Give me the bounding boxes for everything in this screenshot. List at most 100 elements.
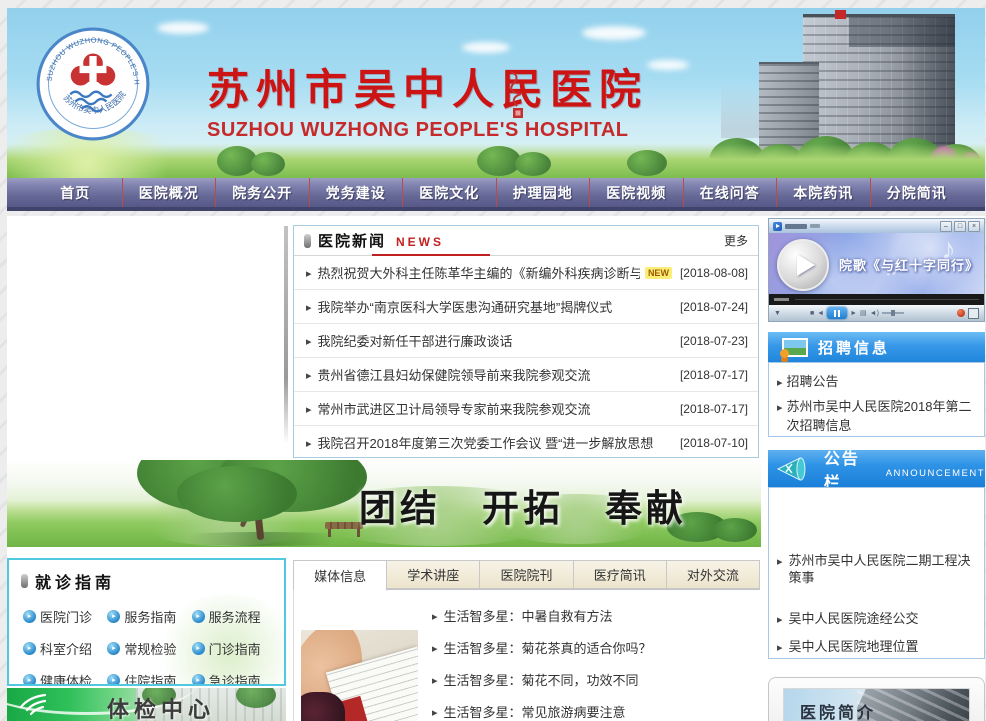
announcement-item[interactable]: 苏州市吴中人民医院二期工程决策事 [777,552,980,586]
recruitment-item[interactable]: 苏州市吴中人民医院2018年第二次招聘信息 [777,397,976,435]
media-list: 生活智多星：中暑自救有方法 生活智多星：菊花茶真的适合你吗？ 生活智多星：菊花不… [432,599,754,721]
section-bullet-icon [304,234,311,248]
player-version-text [810,224,820,228]
news-section-subtitle: NEWS [396,235,444,249]
nav-item-branch[interactable]: 分院简讯 [870,178,964,207]
tab-lectures[interactable]: 学术讲座 [387,560,480,589]
news-item[interactable]: 常州市武进区卫计局领导专家前来我院参观交流 [2018-07-17] [294,392,758,426]
checkup-center-banner[interactable]: 体检中心 [7,688,286,721]
guide-item[interactable]: 急诊指南 [192,671,276,686]
news-photo [301,630,418,721]
nav-item-overview[interactable]: 医院概况 [122,178,216,207]
tree-canopy [177,466,297,522]
news-item[interactable]: 我院召开2018年度第三次党委工作会议 暨“进一步解放思想 [2018-07-1… [294,426,758,459]
bullet-arrow-icon [432,608,444,623]
nav-item-culture[interactable]: 医院文化 [402,178,496,207]
minimize-icon[interactable] [940,221,952,232]
tab-journal[interactable]: 医院院刊 [480,560,573,589]
announcement-item[interactable]: 吴中人民医院途经公交 [777,610,980,629]
guide-item[interactable]: 医院门诊 [23,607,107,626]
close-icon[interactable] [968,221,980,232]
guide-item[interactable]: 服务流程 [192,607,276,626]
bush [627,150,667,176]
stop-icon[interactable]: ■ [810,310,814,317]
intro-building-image: 医院简介 [783,688,970,721]
media-item[interactable]: 生活智多星：菊花不同，功效不同 [432,663,754,695]
bullet-arrow-icon [306,332,318,350]
bullet-arrow-icon [306,264,318,282]
nav-item-qa[interactable]: 在线问答 [683,178,777,207]
tab-exchange[interactable]: 对外交流 [667,560,760,589]
play-button[interactable] [777,239,829,291]
maximize-icon[interactable] [954,221,966,232]
bullet-arrow-icon [432,704,444,719]
hospital-intro-card[interactable]: 医院简介 [768,677,985,721]
site-title: 苏州市吴中人民医院 [207,56,627,117]
announcement-item-label: 吴中人民医院途经公交 [789,610,919,627]
bullet-arrow-icon [777,638,789,657]
record-button[interactable] [957,309,965,317]
news-item[interactable]: 热烈祝贺大外科主任陈革华主编的《新编外科疾病诊断与治 NEW [2018-08-… [294,256,758,290]
media-item[interactable]: 生活智多星：中暑自救有方法 [432,599,754,631]
circle-arrow-icon [192,674,205,686]
player-caption: 院歌《与红十字同行》 [839,255,979,274]
page: SUZHOU WUZHONG PEOPLE'S HOSPITAL 苏州市吴中人民… [0,0,986,721]
tab-medical-brief[interactable]: 医疗简讯 [574,560,667,589]
bullet-arrow-icon [777,552,789,571]
recruitment-header: 招聘信息 [768,332,985,362]
volume-icon[interactable]: ◄) [870,310,879,317]
media-item[interactable]: 生活智多星：菊花茶真的适合你吗？ [432,631,754,663]
news-item-date: [2018-08-08] [672,266,748,280]
media-item[interactable]: 生活智多星：常见旅游病要注意 [432,695,754,721]
guide-item[interactable]: 住院指南 [107,671,191,686]
bullet-arrow-icon [432,640,444,655]
player-video-area: ♪ ♫ 院歌《与红十字同行》 [769,233,984,294]
recruitment-icon [782,338,808,357]
nav-item-home[interactable]: 首页 [29,178,122,207]
news-item[interactable]: 我院纪委对新任干部进行廉政谈话 [2018-07-23] [294,324,758,358]
nav-item-pharmacy[interactable]: 本院药讯 [776,178,870,207]
player-seekbar[interactable] [769,294,984,305]
news-item-date: [2018-07-10] [672,436,748,450]
recruitment-item[interactable]: 招聘公告 [777,372,976,393]
tab-media-info[interactable]: 媒体信息 [293,560,387,591]
previous-icon[interactable]: ◄ [817,310,824,317]
nav-item-party[interactable]: 党务建设 [309,178,403,207]
site-title-block: 苏州市吴中人民医院 SUZHOU WUZHONG PEOPLE'S HOSPIT… [207,56,627,142]
volume-slider[interactable] [882,312,904,314]
seek-line [795,299,979,300]
guide-item-label: 常规检验 [124,639,176,658]
pause-button[interactable] [827,307,847,319]
guide-grid: 医院门诊 服务指南 服务流程 科室介绍 常规检验 门诊指南 健康体检 住院指南 … [23,607,276,686]
settings-toggle[interactable] [968,308,979,319]
announcement-item[interactable]: 吴中人民医院地理位置 [777,638,980,657]
recruitment-title: 招聘信息 [818,337,890,358]
guide-item[interactable]: 科室介绍 [23,639,107,658]
news-more-link[interactable]: 更多 [724,232,748,249]
nav-item-video[interactable]: 医院视频 [589,178,683,207]
nav-item-nursing[interactable]: 护理园地 [496,178,590,207]
cloud [647,60,689,70]
megaphone-icon [776,455,814,483]
guide-item[interactable]: 常规检验 [107,639,191,658]
next-icon[interactable]: ► [850,310,857,317]
header-grass [7,144,985,178]
news-item[interactable]: 贵州省德江县妇幼保健院领导前来我院参观交流 [2018-07-17] [294,358,758,392]
circle-arrow-icon [107,642,120,655]
news-red-underline [372,254,490,256]
bench [325,522,363,538]
nav-item-public[interactable]: 院务公开 [215,178,309,207]
guide-item[interactable]: 服务指南 [107,607,191,626]
guide-item[interactable]: 健康体检 [23,671,107,686]
visit-guide-section: 就诊指南 医院门诊 服务指南 服务流程 科室介绍 常规检验 门诊指南 健康体检 … [7,558,286,686]
calligraphy-seal-icon [505,68,531,120]
news-item-date: [2018-07-23] [672,334,748,348]
playlist-icon[interactable]: ▤ [860,310,867,317]
new-badge: NEW [645,267,672,279]
playlist-dropdown-icon[interactable]: ▼ [774,310,781,317]
site-subtitle: SUZHOU WUZHONG PEOPLE'S HOSPITAL [207,119,627,142]
announcement-subtitle: ANNOUNCEMENT [886,468,985,479]
news-item[interactable]: 我院举办“南京医科大学医患沟通研究基地”揭牌仪式 [2018-07-24] [294,290,758,324]
guide-item[interactable]: 门诊指南 [192,639,276,658]
small-tree [713,518,757,542]
